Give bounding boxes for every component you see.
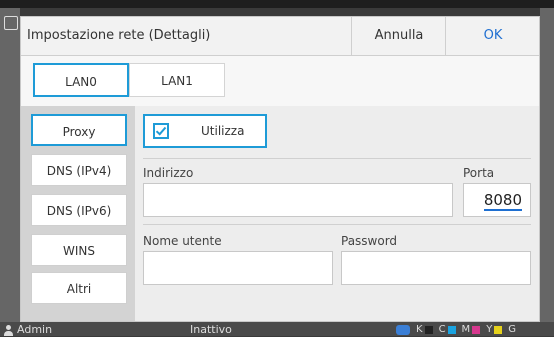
divider — [143, 224, 531, 225]
address-label: Indirizzo — [143, 166, 194, 180]
background-left-strip — [0, 8, 20, 322]
ink-k: K — [416, 323, 433, 337]
username-input[interactable] — [143, 251, 333, 285]
printer-status-icon — [396, 325, 410, 335]
divider — [143, 158, 531, 159]
status-bar: Admin Inattivo K C M Y G — [0, 322, 554, 336]
password-label: Password — [341, 234, 398, 248]
check-icon — [155, 126, 167, 136]
background-menu-icon — [4, 16, 18, 30]
nav-item-dns-ipv6[interactable]: DNS (IPv6) — [31, 194, 127, 226]
nav-item-proxy[interactable]: Proxy — [31, 114, 127, 146]
cancel-button[interactable]: Annulla — [351, 17, 446, 55]
port-value: 8080 — [483, 191, 522, 211]
settings-content: Proxy DNS (IPv4) DNS (IPv6) WINS Altri U… — [21, 106, 539, 321]
ink-g: G — [508, 324, 517, 335]
nav-item-wins[interactable]: WINS — [31, 234, 127, 266]
dialog-titlebar: Impostazione rete (Dettagli) Annulla OK — [21, 17, 539, 56]
address-input[interactable] — [143, 183, 453, 217]
ink-c: C — [439, 323, 456, 337]
use-proxy-checkbox[interactable] — [153, 123, 169, 139]
password-input[interactable] — [341, 251, 531, 285]
tab-lan0[interactable]: LAN0 — [33, 63, 129, 97]
ink-levels: K C M Y G — [396, 323, 516, 337]
ink-y: Y — [486, 323, 503, 337]
background-top-bar — [0, 0, 554, 8]
dialog-title: Impostazione rete (Dettagli) — [27, 28, 211, 43]
background-right-strip — [540, 8, 554, 322]
nav-item-dns-ipv4[interactable]: DNS (IPv4) — [31, 154, 127, 186]
nav-item-altri[interactable]: Altri — [31, 272, 127, 304]
ok-button[interactable]: OK — [445, 17, 540, 55]
ink-m: M — [462, 323, 481, 337]
proxy-panel: Utilizza Indirizzo Porta 8080 Nome utent… — [135, 106, 539, 321]
user-icon — [4, 324, 13, 336]
tab-lan1[interactable]: LAN1 — [129, 63, 225, 97]
status-user: Admin — [4, 323, 52, 337]
status-state: Inattivo — [190, 323, 232, 336]
port-label: Porta — [463, 166, 495, 180]
port-input[interactable]: 8080 — [463, 183, 531, 217]
status-user-label: Admin — [17, 323, 53, 336]
use-proxy-label: Utilizza — [201, 124, 245, 138]
lan-tab-bar: LAN0 LAN1 — [21, 56, 539, 106]
use-proxy-toggle[interactable]: Utilizza — [143, 114, 267, 148]
username-label: Nome utente — [143, 234, 222, 248]
network-settings-dialog: Impostazione rete (Dettagli) Annulla OK … — [20, 16, 540, 322]
